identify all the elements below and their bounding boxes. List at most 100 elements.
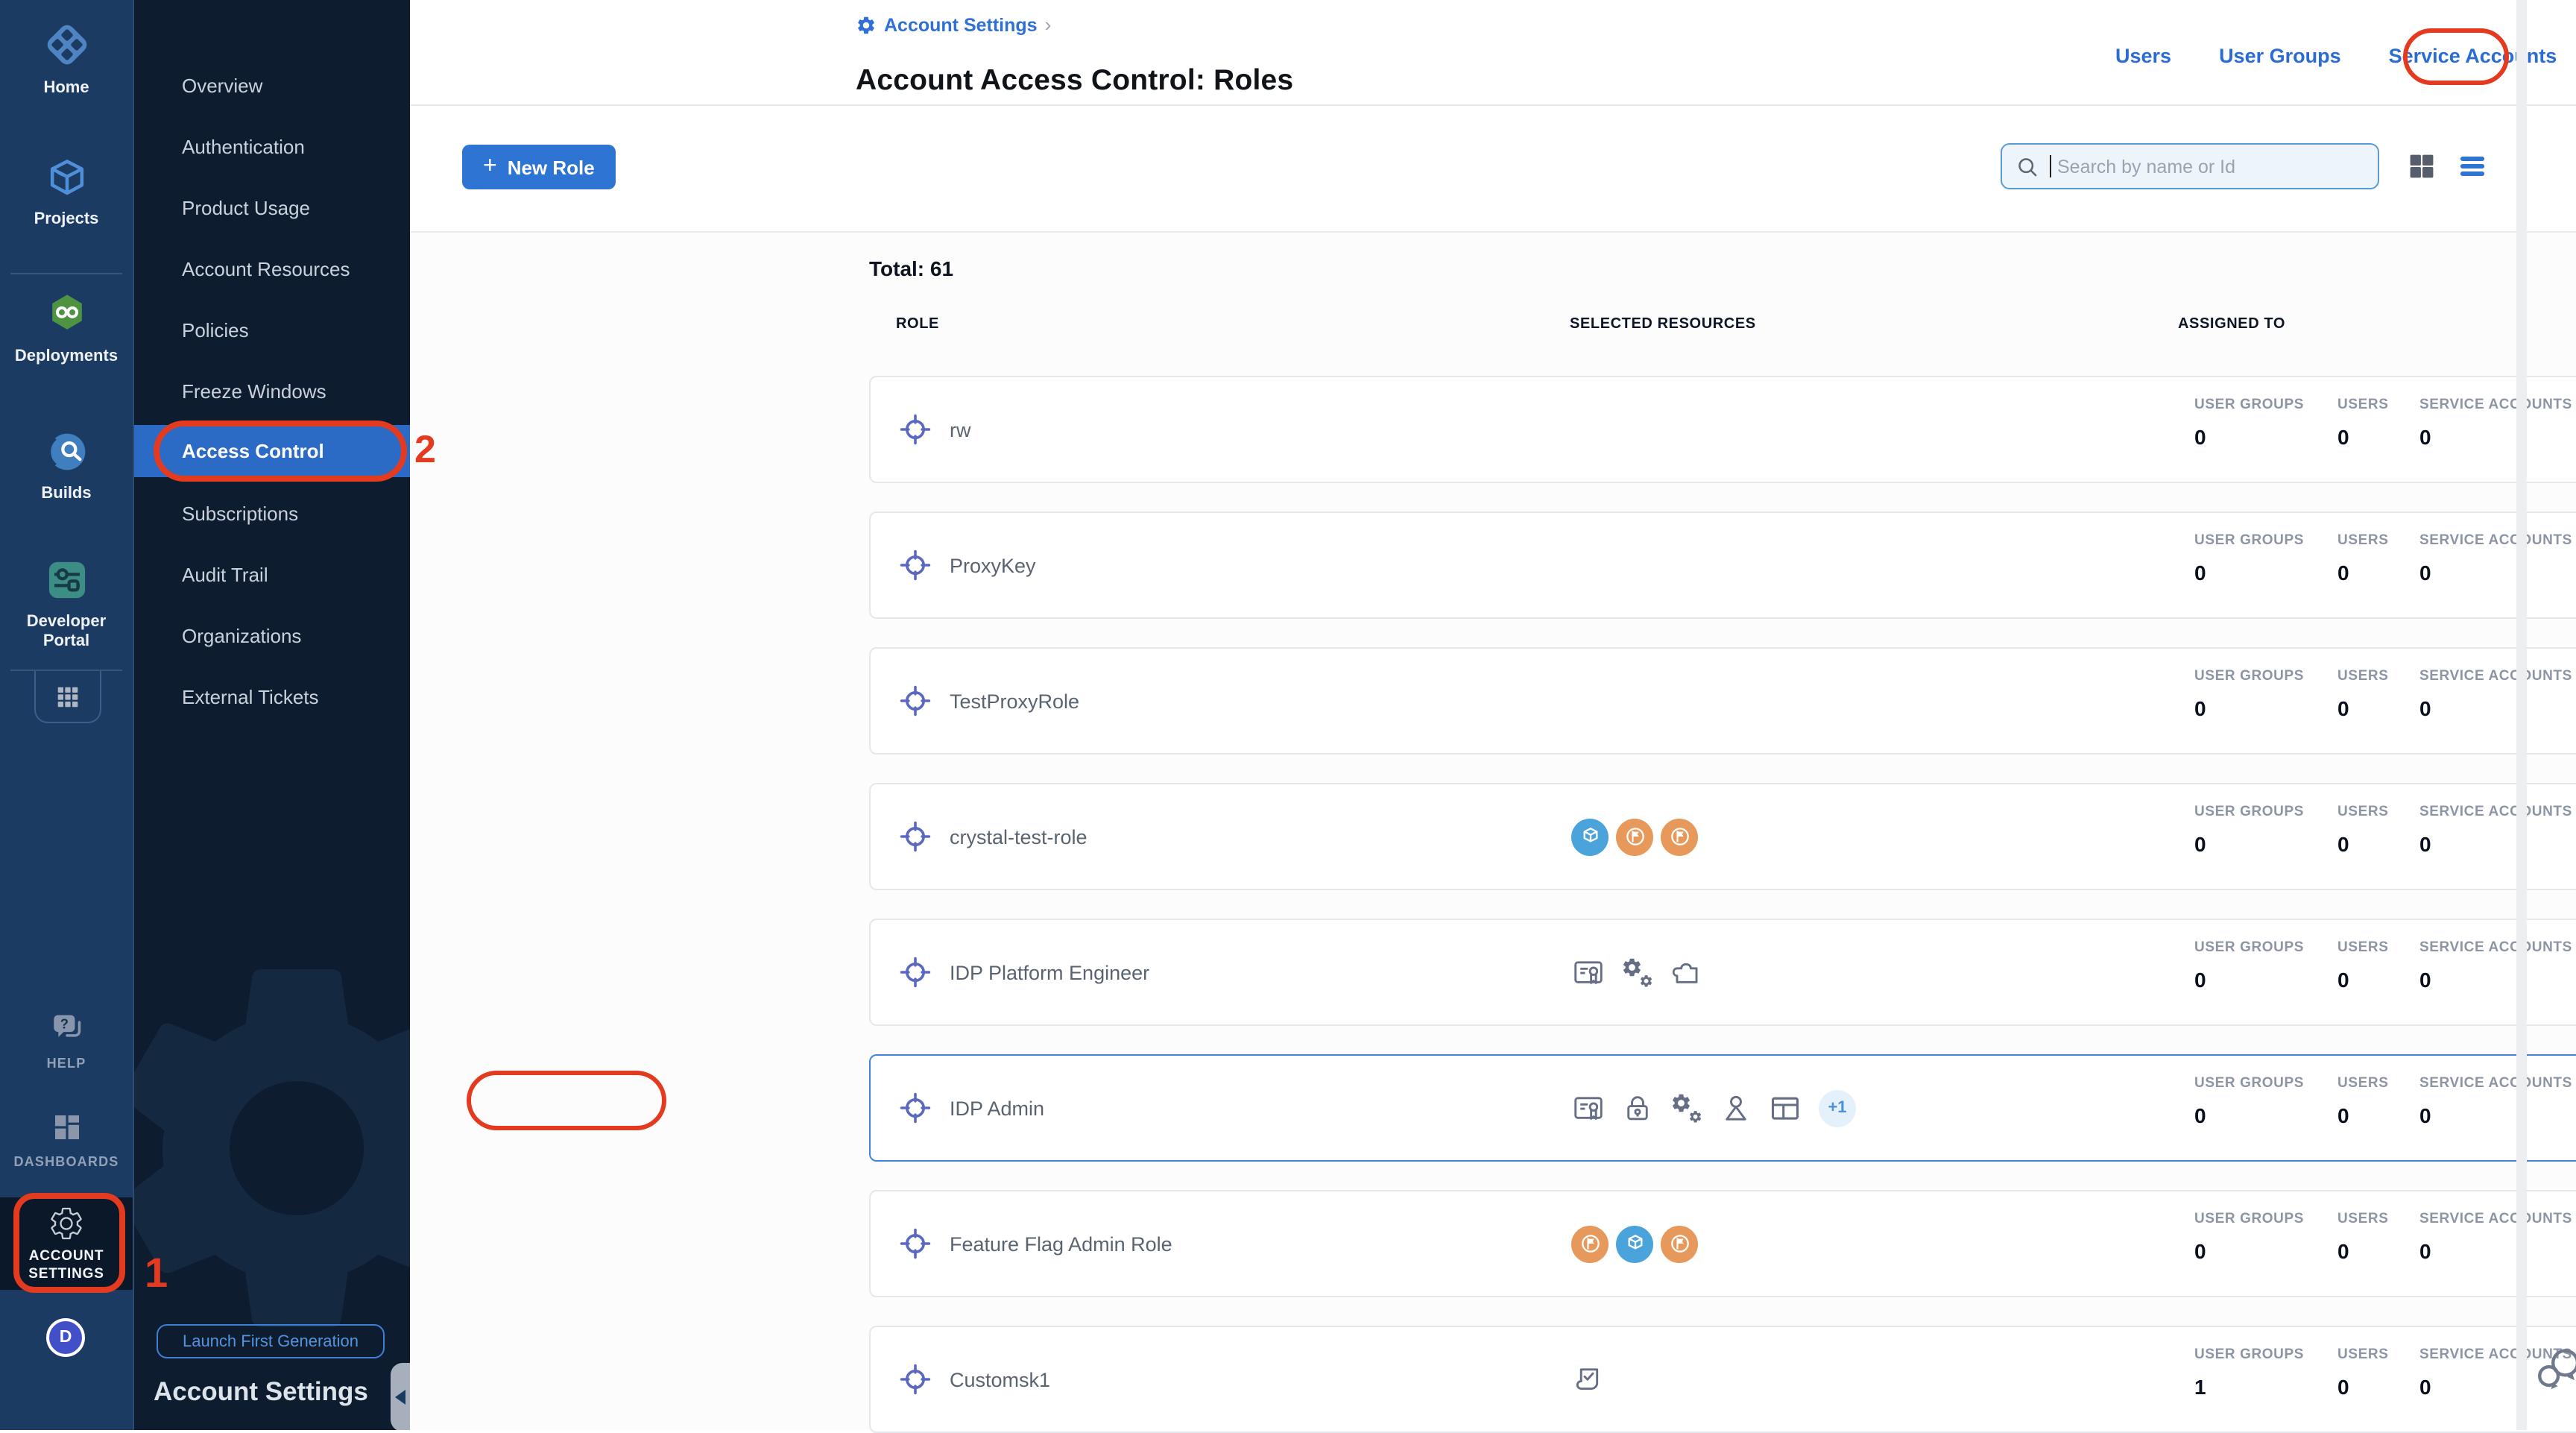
tab-users[interactable]: Users [2115,45,2171,67]
rail-label: Builds [37,485,95,503]
sidebar-item-external-tickets[interactable]: External Tickets [133,667,410,728]
main-content: Account Settings › Account Access Contro… [410,0,2576,1430]
grid-view-toggle[interactable] [2406,151,2437,182]
user-avatar[interactable]: D [46,1318,85,1357]
sidebar-item-access-control[interactable]: Access Control [133,425,410,477]
role-icon [897,819,933,854]
user-groups-label: USER GROUPS [2194,1075,2304,1092]
sidebar-item-authentication[interactable]: Authentication [133,116,410,177]
user-icon [1719,1091,1753,1125]
sidebar-item-organizations[interactable]: Organizations [133,605,410,667]
service-accounts-label: SERVICE ACCOUNTS [2419,1075,2572,1092]
user-groups-count: 0 [2194,1239,2304,1263]
rail-item-deployments[interactable]: Deployments [0,289,133,366]
rail-item-help[interactable]: HELP [0,1008,133,1073]
column-header-resources: SELECTED RESOURCES [1570,316,1756,333]
deployments-icon [41,289,92,340]
table-row[interactable]: Customsk1 USER GROUPS1 USERS0 SERVICE AC… [869,1326,2576,1433]
page-header: Account Settings › Account Access Contro… [410,0,2576,106]
sidebar-item-freeze-windows[interactable]: Freeze Windows [133,361,410,422]
user-groups-count: 0 [2194,425,2304,449]
more-resources-badge[interactable]: +1 [1819,1089,1856,1127]
sidebar-item-product-usage[interactable]: Product Usage [133,177,410,239]
search-box[interactable] [2001,143,2379,189]
scrollbar[interactable] [2516,0,2527,1430]
role-icon [897,954,933,990]
launch-first-generation-button[interactable]: Launch First Generation [157,1324,385,1358]
users-label: USERS [2337,804,2388,820]
sidebar-item-policies[interactable]: Policies [133,300,410,361]
role-name: Customsk1 [950,1368,1050,1391]
sidebar-item-audit-trail[interactable]: Audit Trail [133,544,410,605]
rail-label: ACCOUNT SETTINGS [14,1247,119,1283]
service-accounts-label: SERVICE ACCOUNTS [2419,532,2572,549]
sidebar-collapse-handle[interactable] [391,1363,410,1430]
table-row[interactable]: IDP Platform Engineer USER GROUPS0 USERS… [869,919,2576,1026]
new-role-button[interactable]: + New Role [462,145,616,189]
rail-item-projects[interactable]: Projects [0,152,133,229]
service-accounts-count: 0 [2419,1103,2572,1127]
user-groups-count: 1 [2194,1375,2304,1399]
table-row-idp-admin[interactable]: IDP Admin +1 USER GROUPS0 USERS0 SERVICE… [869,1054,2576,1162]
list-view-toggle[interactable] [2457,151,2488,182]
users-label: USERS [2337,532,2388,549]
service-accounts-count: 0 [2419,832,2572,856]
tab-service-accounts[interactable]: Service Accounts [2389,45,2557,67]
layout-icon [1768,1091,1802,1125]
gear-icon [48,1204,85,1241]
sidebar-item-account-resources[interactable]: Account Resources [133,239,410,300]
breadcrumb-link[interactable]: Account Settings [884,14,1038,35]
users-count: 0 [2337,1239,2388,1263]
dashboards-icon [48,1109,84,1145]
rail-item-developer-portal[interactable]: Developer Portal [0,555,133,650]
table-row[interactable]: crystal-test-role USER GROUPS0 USERS0 SE… [869,783,2576,890]
table-row[interactable]: rw USER GROUPS0 USERS0 SERVICE ACCOUNTS0 [869,376,2576,483]
support-chat-icon[interactable] [2533,1344,2576,1397]
role-name: ProxyKey [950,554,1036,576]
rail-label: Deployments [10,347,122,366]
feature-flag-resource-icon [1661,818,1698,855]
table-row[interactable]: ProxyKey USER GROUPS0 USERS0 SERVICE ACC… [869,511,2576,619]
project-resource-icon [1616,1225,1653,1262]
rail-label: Developer Portal [0,613,133,650]
help-icon [47,1008,86,1047]
users-count: 0 [2337,561,2388,585]
column-header-assigned: ASSIGNED TO [2178,316,2285,333]
total-count: Total: 61 [869,256,953,280]
user-groups-count: 0 [2194,968,2304,992]
apps-grid-button[interactable] [34,671,101,723]
users-count: 0 [2337,425,2388,449]
role-name: TestProxyRole [950,690,1079,712]
breadcrumb: Account Settings › [856,13,1051,36]
rail-label: HELP [42,1054,91,1073]
services-gears-icon [1670,1091,1704,1125]
service-accounts-label: SERVICE ACCOUNTS [2419,804,2572,820]
search-icon [2014,153,2041,180]
user-groups-label: USER GROUPS [2194,1211,2304,1227]
feature-flag-resource-icon [1661,1225,1698,1262]
selected-resources [1571,1327,1613,1432]
table-row[interactable]: TestProxyRole USER GROUPS0 USERS0 SERVIC… [869,647,2576,755]
users-label: USERS [2337,939,2388,956]
users-label: USERS [2337,668,2388,684]
entity-tabs: Users User Groups Service Accounts Resou… [2115,37,2576,75]
rail-item-builds[interactable]: Builds [0,426,133,503]
gear-icon [856,14,877,35]
service-accounts-label: SERVICE ACCOUNTS [2419,1211,2572,1227]
tab-user-groups[interactable]: User Groups [2219,45,2341,67]
home-icon [40,18,93,72]
rail-item-account-settings[interactable]: ACCOUNT SETTINGS [0,1197,133,1290]
sidebar-item-overview[interactable]: Overview [133,55,410,116]
sidebar-item-subscriptions[interactable]: Subscriptions [133,483,410,544]
users-label: USERS [2337,1075,2388,1092]
table-row[interactable]: Feature Flag Admin Role USER GROUPS0 USE… [869,1190,2576,1297]
users-count: 0 [2337,832,2388,856]
role-name: crystal-test-role [950,825,1087,848]
users-label: USERS [2337,1347,2388,1363]
rail-item-home[interactable]: Home [0,18,133,98]
projects-cube-icon [41,152,92,203]
rail-item-dashboards[interactable]: DASHBOARDS [0,1109,133,1171]
role-icon [897,412,933,447]
search-input[interactable] [2054,154,2343,178]
apps-grid-icon [54,682,82,711]
